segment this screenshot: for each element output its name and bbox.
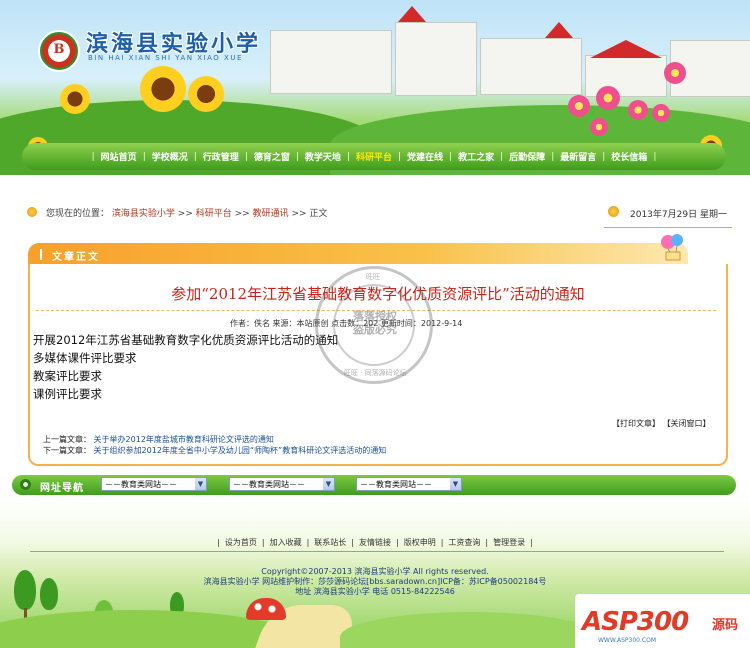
school-pinyin: BIN HAI XIAN SHI YAN XIAO XUE [88, 54, 243, 62]
nav-item-staff-home[interactable]: 教工之家 [452, 150, 500, 163]
breadcrumb-prefix: 您现在的位置： [46, 209, 110, 219]
article-tab-label: 文章正文 [52, 252, 100, 263]
links-nav-label: 网址导航 [40, 483, 84, 494]
asp300-brand: ASP300 [582, 607, 689, 637]
article-attachment-link[interactable]: 课例评比要求 [33, 385, 338, 403]
nav-item-party-online[interactable]: 党建在线 [401, 150, 449, 163]
article-body: 开展2012年江苏省基础教育数字化优质资源评比活动的通知 多媒体课件评比要求 教… [33, 331, 338, 403]
breadcrumb: 您现在的位置： 滨海县实验小学 >> 科研平台 >> 教研通讯 >> 正文 [46, 206, 327, 219]
flower-icon [628, 100, 648, 120]
footer-link-salary[interactable]: 工资查询 [443, 538, 485, 547]
flower-icon [590, 118, 608, 136]
nav-item-teaching[interactable]: 教学天地 [299, 150, 347, 163]
links-nav-icon [20, 479, 31, 490]
stamp-bottom-text: 旺旺 · 同落源码论坛 [344, 369, 407, 377]
footer-links: | 设为首页 | 加入收藏 | 联系站长 | 友情链接 | 版权申明 | 工资查询 | 管理登录 | [217, 538, 533, 547]
next-article-link[interactable]: 关于组织参加2012年度全省中小学及幼儿园“师陶杯”教育科研论文评选活动的通知 [94, 446, 387, 455]
nav-item-research[interactable]: 科研平台 [350, 150, 398, 163]
article-attachment-link[interactable]: 开展2012年江苏省基础教育数字化优质资源评比活动的通知 [33, 331, 338, 349]
balloon-icon [661, 234, 683, 261]
site-select-3[interactable]: －－教育类网站－－ ▼ [356, 477, 462, 491]
breadcrumb-separator: >> [177, 209, 193, 219]
breadcrumb-separator: >> [291, 209, 307, 219]
breadcrumb-link-research[interactable]: 科研平台 [196, 209, 232, 219]
site-select-2[interactable]: －－教育类网站－－ ▼ [229, 477, 335, 491]
nav-item-home[interactable]: 网站首页 [95, 150, 143, 163]
location-icon [27, 207, 37, 217]
footer-link-bookmark[interactable]: 加入收藏 [265, 538, 307, 547]
footer-link-contact[interactable]: 联系站长 [309, 538, 351, 547]
school-logo: B [38, 30, 80, 72]
copyright-line: Copyright©2007-2013 滨海县实验小学 All rights r… [261, 567, 489, 576]
flower-icon [652, 104, 670, 122]
footer-copyright: Copyright©2007-2013 滨海县实验小学 All rights r… [0, 567, 750, 597]
prev-article-link[interactable]: 关于举办2012年度盐城市教育科研论文评选的通知 [94, 435, 274, 444]
sunflower-icon [140, 66, 186, 112]
footer-link-friends[interactable]: 友情链接 [354, 538, 396, 547]
footer-link-set-home[interactable]: 设为首页 [220, 538, 262, 547]
breadcrumb-separator: >> [234, 209, 250, 219]
school-building [480, 38, 582, 95]
flower-icon [596, 86, 620, 110]
breadcrumb-current: 正文 [309, 209, 328, 219]
footer-link-admin-login[interactable]: 管理登录 [488, 538, 530, 547]
breadcrumb-link-newsletter[interactable]: 教研通讯 [253, 209, 289, 219]
nav-item-logistics[interactable]: 后勤保障 [503, 150, 551, 163]
prev-next-articles: 上一篇文章： 关于举办2012年度盐城市教育科研论文评选的通知 下一篇文章： 关… [43, 434, 386, 456]
page: B 滨海县实验小学 BIN HAI XIAN SHI YAN XIAO XUE … [0, 0, 750, 648]
chevron-down-icon[interactable]: ▼ [195, 478, 206, 490]
nav-item-moral-education[interactable]: 德育之窗 [248, 150, 296, 163]
watermark-stamp-text: 落落授权 盗版必究 [336, 310, 414, 336]
article-attachment-link[interactable]: 教案评比要求 [33, 367, 338, 385]
chevron-down-icon[interactable]: ▼ [323, 478, 334, 490]
sunflower-icon [60, 84, 90, 114]
article-attachment-link[interactable]: 多媒体课件评比要求 [33, 349, 338, 367]
nav-item-messages[interactable]: 最新留言 [554, 150, 602, 163]
breadcrumb-link-home[interactable]: 滨海县实验小学 [112, 209, 175, 219]
stamp-line: 落落授权 [353, 310, 397, 323]
flower-icon [568, 95, 590, 117]
flower-icon [664, 62, 686, 84]
asp300-url: WWW.ASP300.COM [598, 637, 656, 644]
tab-marker [40, 249, 42, 260]
article-tools: 【打印文章】 【关闭窗口】 [612, 418, 711, 429]
footer-link-copyright[interactable]: 版权申明 [399, 538, 441, 547]
nav-separator: | [653, 151, 657, 162]
site-select-1[interactable]: －－教育类网站－－ ▼ [101, 477, 207, 491]
site-select-value: －－教育类网站－－ [233, 480, 305, 489]
school-building [395, 22, 477, 96]
footer-divider [30, 551, 724, 552]
building-roof [545, 22, 573, 38]
chevron-down-icon[interactable]: ▼ [450, 478, 461, 490]
article-tab [28, 243, 688, 265]
current-date: 2013年7月29日 星期一 [630, 210, 727, 220]
school-building [270, 30, 392, 94]
asp300-suffix: 源码 [712, 618, 739, 633]
site-select-value: －－教育类网站－－ [105, 480, 177, 489]
main-nav: | 网站首页 | 学校概况 | 行政管理 | 德育之窗 | 教学天地 | 科研平… [22, 143, 726, 170]
next-article-label: 下一篇文章： [43, 446, 91, 455]
prev-article-label: 上一篇文章： [43, 435, 91, 444]
print-article-link[interactable]: 【打印文章】 [612, 419, 660, 428]
sunflower-icon [188, 76, 224, 112]
maintenance-line: 滨海县实验小学 网站维护制作：莎莎源码论坛[bbs.saradown.cn]IC… [203, 577, 547, 586]
nav-item-administration[interactable]: 行政管理 [197, 150, 245, 163]
building-roof [590, 40, 662, 58]
sun-icon [608, 206, 619, 217]
building-roof [398, 6, 426, 22]
nav-item-principal-mailbox[interactable]: 校长信箱 [605, 150, 653, 163]
nav-item-school-overview[interactable]: 学校概况 [146, 150, 194, 163]
site-select-value: －－教育类网站－－ [360, 480, 432, 489]
stamp-top-text: 旺旺 [366, 273, 380, 281]
stamp-line: 盗版必究 [353, 323, 397, 336]
close-window-link[interactable]: 【关闭窗口】 [663, 419, 711, 428]
